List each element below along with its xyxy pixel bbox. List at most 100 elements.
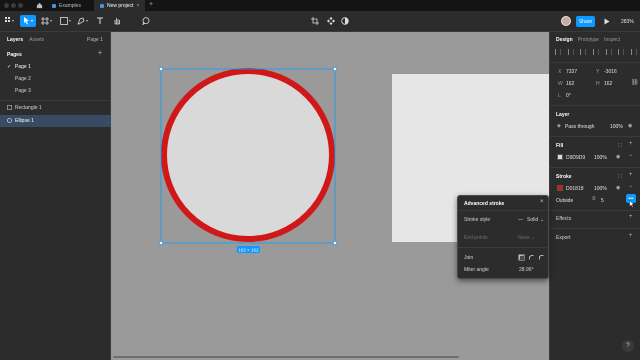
end-points-dropdown[interactable]: None <box>518 235 530 241</box>
align-center-h-icon[interactable] <box>567 49 574 55</box>
join-miter-button[interactable] <box>518 254 525 261</box>
resize-handle-se[interactable] <box>333 241 337 245</box>
align-right-icon[interactable] <box>580 49 587 55</box>
fill-color-swatch[interactable] <box>557 154 563 160</box>
home-icon[interactable] <box>36 2 43 9</box>
comment-bubble-icon <box>142 17 150 25</box>
window-maximize-dot[interactable] <box>18 3 23 8</box>
remove-fill-button[interactable]: − <box>629 153 633 159</box>
layer-section-heading: Layer <box>556 112 570 118</box>
styles-grid-icon[interactable]: ∷ <box>618 142 622 149</box>
divider <box>550 167 640 168</box>
styles-grid-icon[interactable]: ∷ <box>618 173 622 180</box>
zoom-level-dropdown[interactable]: 283% <box>621 19 634 25</box>
page-item-2[interactable]: Page 2 <box>15 76 31 82</box>
ellipse-1-shape[interactable] <box>161 68 335 242</box>
right-panel-tabs: Design Prototype Inspect <box>556 37 620 43</box>
contrast-half-circle-icon <box>341 17 349 25</box>
remove-stroke-button[interactable]: − <box>629 184 633 190</box>
chevron-down-icon: ⌄ <box>531 235 536 241</box>
window-close-dot[interactable] <box>4 3 9 8</box>
tab-layers[interactable]: Layers <box>7 37 23 43</box>
stroke-position-dropdown[interactable]: Outside <box>556 198 573 204</box>
rotation-input[interactable]: 0° <box>566 93 571 99</box>
horizontal-scrollbar[interactable] <box>113 356 459 358</box>
resize-handle-ne[interactable] <box>333 67 337 71</box>
new-tab-button[interactable]: + <box>149 1 153 8</box>
divider <box>458 210 550 211</box>
layer-row-rectangle[interactable]: Rectangle 1 <box>0 102 111 114</box>
share-button[interactable]: Share <box>576 16 595 27</box>
height-input[interactable]: 162 <box>604 81 612 87</box>
fill-hex-input[interactable]: D9D9D9 <box>566 155 585 161</box>
frame-tool[interactable] <box>41 15 53 27</box>
layer-row-ellipse[interactable]: Ellipse 1 <box>0 115 111 127</box>
tab-assets[interactable]: Assets <box>29 37 44 43</box>
align-top-icon[interactable] <box>592 49 599 55</box>
align-bottom-icon[interactable] <box>618 49 625 55</box>
bevel-join-icon <box>529 255 534 260</box>
current-page-dropdown[interactable]: Page 1 <box>87 37 103 43</box>
x-input[interactable]: 7337 <box>566 69 577 75</box>
shape-tool[interactable] <box>60 15 72 27</box>
components-button[interactable] <box>325 15 337 27</box>
visibility-eye-icon[interactable]: ◉ <box>616 154 620 160</box>
stroke-hex-input[interactable]: D01818 <box>566 186 584 192</box>
add-effect-button[interactable]: + <box>629 214 633 220</box>
divider <box>550 105 640 106</box>
ellipse-icon <box>7 118 12 123</box>
advanced-stroke-popup: Advanced stroke × Stroke style — Solid ⌄… <box>457 195 550 279</box>
distribute-icon[interactable] <box>630 49 637 55</box>
stroke-opacity-input[interactable]: 100% <box>594 186 607 192</box>
join-round-button[interactable] <box>538 254 545 261</box>
width-input[interactable]: 162 <box>566 81 574 87</box>
tab-examples[interactable]: Examples <box>46 0 87 11</box>
tab-prototype[interactable]: Prototype <box>578 37 599 43</box>
tab-design[interactable]: Design <box>556 37 573 43</box>
pen-tool[interactable] <box>77 15 89 27</box>
layer-opacity-input[interactable]: 100% <box>610 124 623 130</box>
visibility-eye-icon[interactable]: ◉ <box>628 123 632 129</box>
align-left-icon[interactable] <box>555 49 561 55</box>
present-button[interactable] <box>601 15 613 27</box>
y-input[interactable]: -3016 <box>604 69 617 75</box>
stroke-style-dropdown[interactable]: Solid <box>527 217 538 223</box>
divider <box>0 100 111 101</box>
tab-inspect[interactable]: Inspect <box>604 37 620 43</box>
stroke-weight-input[interactable]: 5 <box>601 198 604 204</box>
help-button[interactable]: ? <box>622 340 634 352</box>
blend-mode-dropdown[interactable]: Pass through <box>565 124 594 130</box>
hand-tool[interactable] <box>111 15 123 27</box>
constrain-proportions-icon[interactable]: ⛓ <box>631 79 639 86</box>
alignment-toolbar <box>555 49 637 57</box>
pages-heading: Pages <box>7 52 22 58</box>
join-bevel-button[interactable] <box>528 254 535 261</box>
window-minimize-dot[interactable] <box>11 3 16 8</box>
user-avatar[interactable] <box>561 16 571 26</box>
visibility-eye-icon[interactable]: ◉ <box>616 185 620 191</box>
add-page-button[interactable]: + <box>98 50 102 57</box>
close-popup-button[interactable]: × <box>540 199 544 205</box>
comment-tool[interactable] <box>140 15 152 27</box>
tab-new-project[interactable]: New project × <box>94 0 146 11</box>
add-export-button[interactable]: + <box>629 233 633 239</box>
add-fill-button[interactable]: + <box>629 141 633 147</box>
mask-button[interactable] <box>339 15 351 27</box>
fill-opacity-input[interactable]: 100% <box>594 155 607 161</box>
text-tool[interactable] <box>94 15 106 27</box>
move-tool[interactable] <box>20 15 36 27</box>
page-item-3[interactable]: Page 3 <box>15 88 31 94</box>
close-tab-icon[interactable]: × <box>136 3 139 9</box>
page-item-1[interactable]: Page 1 <box>15 64 31 70</box>
join-label: Join <box>464 255 474 261</box>
layers-panel: Layers Assets Page 1 Pages + ✓ Page 1 Pa… <box>0 32 111 360</box>
add-stroke-button[interactable]: + <box>629 172 633 178</box>
miter-angle-input[interactable]: 28.96° <box>519 267 534 273</box>
crop-button[interactable] <box>309 15 321 27</box>
resize-handle-nw[interactable] <box>159 67 163 71</box>
main-menu-button[interactable] <box>4 15 16 27</box>
resize-handle-sw[interactable] <box>159 241 163 245</box>
stroke-color-swatch[interactable] <box>557 185 563 191</box>
align-center-v-icon[interactable] <box>605 49 612 55</box>
frame-hash-icon <box>41 17 52 25</box>
